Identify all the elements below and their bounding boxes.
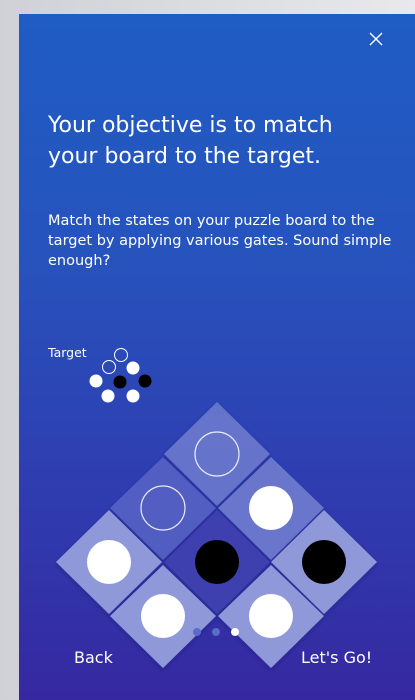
puzzle-board [56,402,377,668]
qubit-state-white [141,594,185,638]
qubit-state-black [302,540,346,584]
page-dot[interactable] [212,628,220,636]
lets-go-button[interactable]: Let's Go! [301,648,372,667]
qubit-state-white [249,486,293,530]
page-dot[interactable] [231,628,239,636]
page-dot[interactable] [193,628,201,636]
qubit-state-white [87,540,131,584]
qubit-state-white [249,594,293,638]
screen-background: Your objective is to match your board to… [0,0,415,700]
pagination-dots [189,626,245,638]
back-button[interactable]: Back [74,648,113,667]
qubit-state-black [195,540,239,584]
tutorial-card: Your objective is to match your board to… [19,14,415,700]
